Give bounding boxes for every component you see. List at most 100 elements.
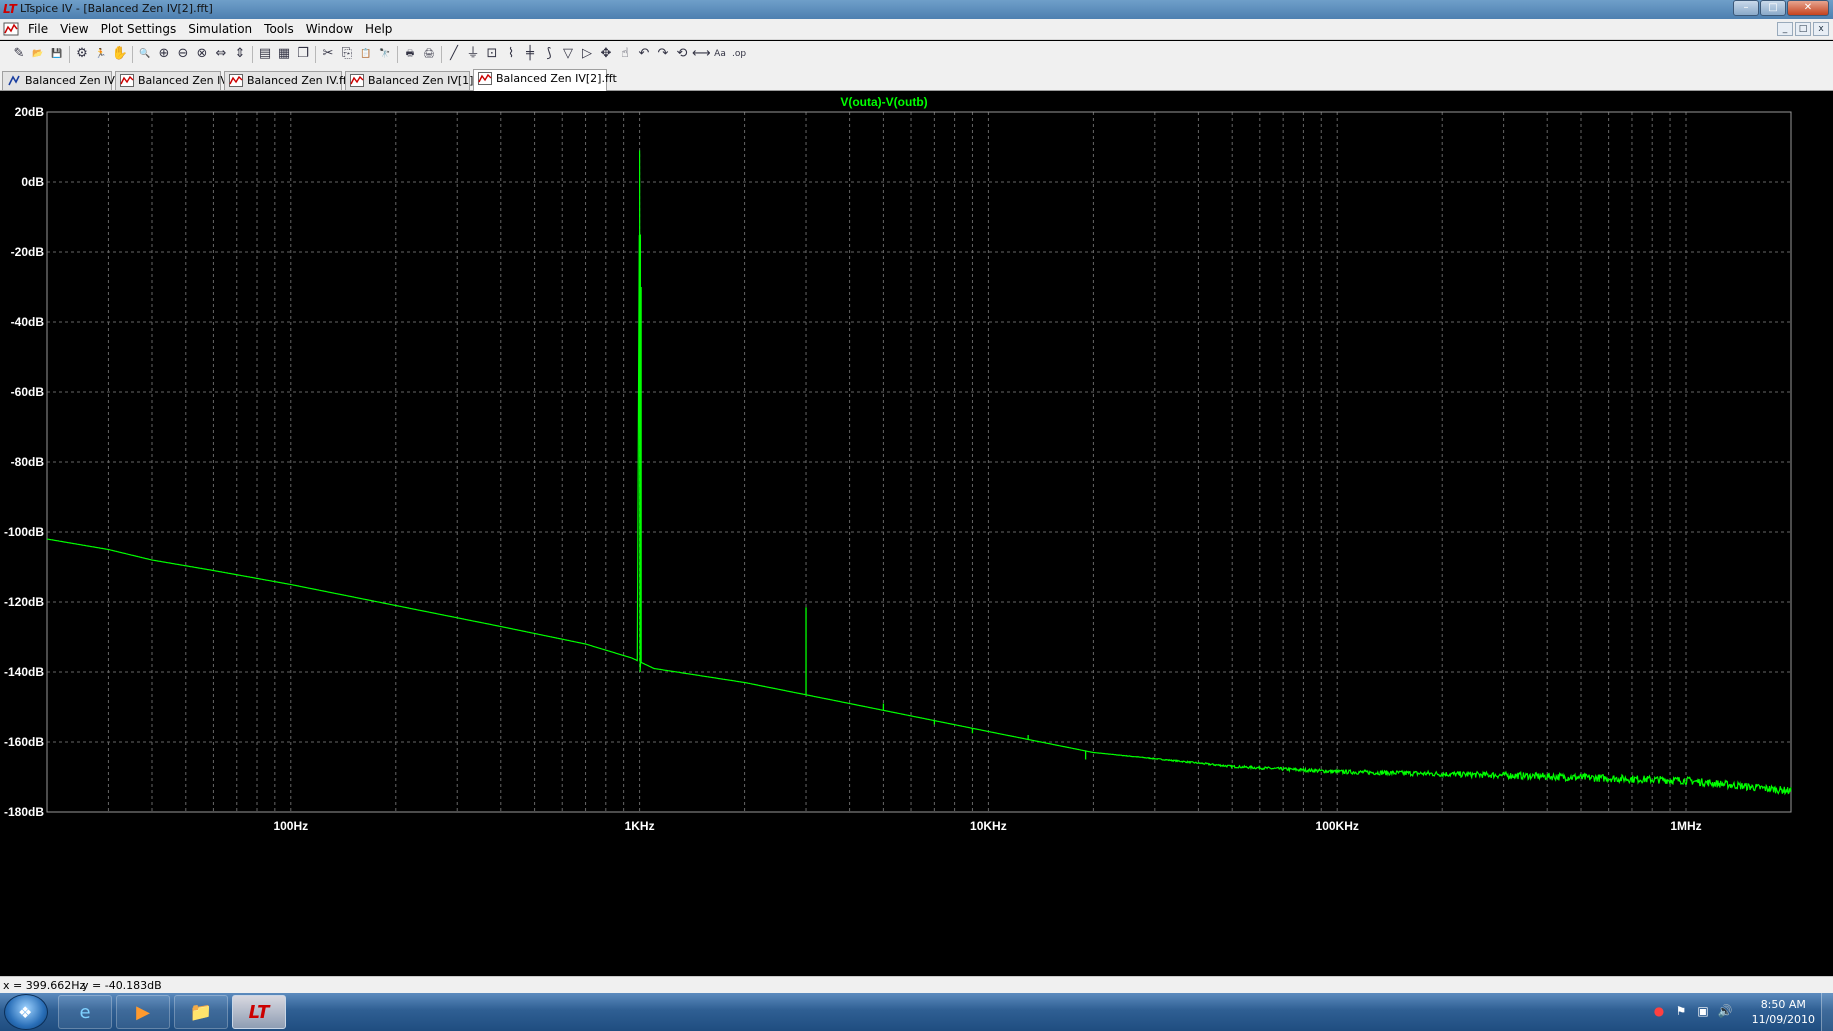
tab-2[interactable]: Balanced Zen IV <box>115 71 228 90</box>
volume-icon[interactable]: 🔊 <box>1717 1004 1733 1020</box>
cursor-x-readout: x = 399.662Hz <box>3 979 86 992</box>
capacitor-icon[interactable]: ╪ <box>521 45 539 63</box>
component-icon[interactable]: ▷ <box>578 45 596 63</box>
run-icon[interactable]: 🏃 <box>92 45 110 63</box>
trace-v-outa-outb <box>46 150 1792 796</box>
label-icon[interactable]: ⊡ <box>483 45 501 63</box>
toolbar-separator <box>315 46 316 63</box>
menu-plot-settings[interactable]: Plot Settings <box>95 22 183 36</box>
cut-icon[interactable]: ✂ <box>319 45 337 63</box>
ltspice-logo-icon: LT <box>3 2 17 16</box>
show-desktop-button[interactable] <box>1821 993 1833 1031</box>
clock-date: 11/09/2010 <box>1751 1013 1815 1026</box>
tab-1[interactable]: Balanced Zen IV <box>2 71 115 90</box>
taskbar-media-player-button[interactable]: ▶ <box>116 995 170 1029</box>
start-button[interactable]: ❖ <box>4 994 48 1030</box>
redo-icon[interactable]: ↷ <box>654 45 672 63</box>
y-tick-label: 0dB <box>21 175 44 189</box>
new-schematic-icon[interactable]: ✎ <box>10 45 28 63</box>
save-icon[interactable]: 💾 <box>48 45 66 63</box>
y-tick-label: 20dB <box>15 105 45 119</box>
toolbar-separator <box>441 46 442 63</box>
menu-simulation[interactable]: Simulation <box>182 22 258 36</box>
halt-icon[interactable]: ✋ <box>111 45 129 63</box>
toolbar-separator <box>132 46 133 63</box>
control-panel-icon[interactable]: ⚙ <box>73 45 91 63</box>
restore-button[interactable]: □ <box>1760 0 1786 16</box>
title-bar: LT LTspice IV - [Balanced Zen IV[2].fft]… <box>0 0 1833 19</box>
action-center-flag-icon[interactable]: ⚑ <box>1673 1004 1689 1020</box>
tab-label: Balanced Zen IV[2].fft <box>496 72 617 85</box>
print-preview-icon[interactable]: 🖶 <box>401 45 419 63</box>
media-player-icon: ▶ <box>136 1002 150 1023</box>
tab-5[interactable]: Balanced Zen IV[2].fft <box>473 69 617 91</box>
clock[interactable]: 8:50 AM 11/09/2010 <box>1752 997 1815 1027</box>
diode-icon[interactable]: ▽ <box>559 45 577 63</box>
y-tick-label: -40dB <box>11 315 45 329</box>
zoom-area-icon[interactable]: ⊕ <box>155 45 173 63</box>
menu-view[interactable]: View <box>54 22 94 36</box>
y-tick-label: -20dB <box>11 245 45 259</box>
ground-icon[interactable]: ⏚ <box>464 45 482 63</box>
tab-label: Balanced Zen IV.fft <box>247 74 351 87</box>
copy-icon[interactable]: ⎘ <box>338 45 356 63</box>
menu-window[interactable]: Window <box>300 22 359 36</box>
tile-icon[interactable]: ▦ <box>275 45 293 63</box>
network-icon[interactable]: ▣ <box>1695 1004 1711 1020</box>
menu-file[interactable]: File <box>22 22 54 36</box>
menu-tools[interactable]: Tools <box>258 22 300 36</box>
mirror-icon[interactable]: ⟷ <box>692 45 711 63</box>
trace-label[interactable]: V(outa)-V(outb) <box>840 95 927 109</box>
document-waveform-icon[interactable] <box>3 22 19 36</box>
x-tick-label: 1KHz <box>625 819 655 833</box>
menu-help[interactable]: Help <box>359 22 398 36</box>
mdi-restore-button[interactable]: □ <box>1795 22 1811 36</box>
text-icon[interactable]: Aa <box>711 45 729 63</box>
antivirus-icon[interactable]: ● <box>1651 1004 1667 1020</box>
find-icon[interactable]: 🔭 <box>376 45 394 63</box>
x-tick-label: 100KHz <box>1316 819 1359 833</box>
zoom-in-icon[interactable]: 🔍 <box>136 45 154 63</box>
toolbar-separator <box>69 46 70 63</box>
mdi-minimize-button[interactable]: _ <box>1777 22 1793 36</box>
taskbar-ltspice-button[interactable]: LT <box>232 995 286 1029</box>
taskbar-explorer-button[interactable]: 📁 <box>174 995 228 1029</box>
menu-bar: File View Plot Settings Simulation Tools Wind… <box>0 19 1833 40</box>
spice-directive-icon[interactable]: .op <box>730 45 748 63</box>
folder-icon: 📁 <box>189 1002 213 1023</box>
autorange-x-icon[interactable]: ⇔ <box>212 45 230 63</box>
minimize-button[interactable]: – <box>1733 0 1759 16</box>
mdi-controls: _ □ x <box>1777 22 1829 36</box>
move-icon[interactable]: ✥ <box>597 45 615 63</box>
zoom-fit-icon[interactable]: ⊗ <box>193 45 211 63</box>
y-axis: 20dB 0dB -20dB -40dB -60dB -80dB -100dB -120dB -… <box>4 105 44 819</box>
cascade-icon[interactable]: ❐ <box>294 45 312 63</box>
mdi-close-button[interactable]: x <box>1813 22 1829 36</box>
undo-icon[interactable]: ↶ <box>635 45 653 63</box>
x-tick-label: 10KHz <box>970 819 1007 833</box>
toolbar: ✎ 📂 💾 ⚙ 🏃 ✋ 🔍 ⊕ ⊖ ⊗ ⇔ ⇕ ▤ ▦ ❐ ✂ ⎘ 📋 🔭 🖶 🖨 ╱ ⏚ ⊡ ⌇ ╪ ⟆ ▽ ▷ ✥ ☝ ↶ ↷ ⟲ ⟷ Aa .op <box>0 41 1833 68</box>
waveform-viewer[interactable]: 20dB 0dB -20dB -40dB -60dB -80dB -100dB -120dB -… <box>0 92 1833 976</box>
zoom-out-icon[interactable]: ⊖ <box>174 45 192 63</box>
y-tick-label: -80dB <box>11 455 45 469</box>
y-tick-label: -180dB <box>4 805 44 819</box>
autorange-y-icon[interactable]: ⇕ <box>231 45 249 63</box>
resistor-icon[interactable]: ⌇ <box>502 45 520 63</box>
close-button[interactable]: ✕ <box>1787 0 1829 16</box>
open-icon[interactable]: 📂 <box>29 45 47 63</box>
fft-plot[interactable]: 20dB 0dB -20dB -40dB -60dB -80dB -100dB -120dB -… <box>0 92 1833 976</box>
drag-icon[interactable]: ☝ <box>616 45 634 63</box>
tab-3[interactable]: Balanced Zen IV.fft <box>224 71 351 90</box>
y-tick-label: -60dB <box>11 385 45 399</box>
system-tray: ● ⚑ ▣ 🔊 8:50 AM 11/09/2010 <box>1643 993 1833 1031</box>
plot-grid <box>46 112 1792 812</box>
tab-4[interactable]: Balanced Zen IV[1].fft <box>345 71 489 90</box>
rotate-icon[interactable]: ⟲ <box>673 45 691 63</box>
taskbar-ie-button[interactable]: e <box>58 995 112 1029</box>
paste-icon[interactable]: 📋 <box>357 45 375 63</box>
print-icon[interactable]: 🖨 <box>420 45 438 63</box>
wire-icon[interactable]: ╱ <box>445 45 463 63</box>
pane-add-icon[interactable]: ▤ <box>256 45 274 63</box>
inductor-icon[interactable]: ⟆ <box>540 45 558 63</box>
y-tick-label: -100dB <box>4 525 44 539</box>
